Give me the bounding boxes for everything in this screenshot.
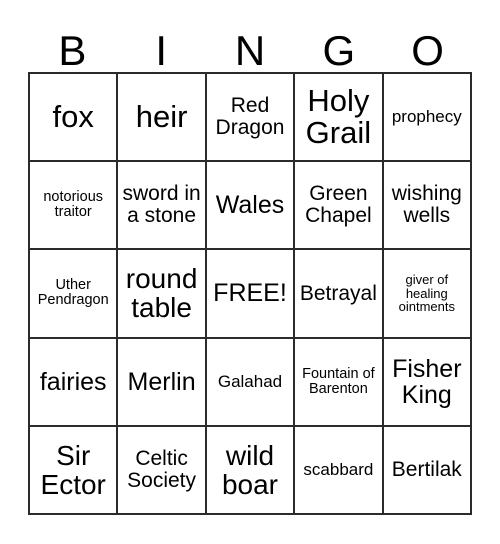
bingo-cell-label: Red Dragon xyxy=(215,94,285,140)
bingo-cell-label: FREE! xyxy=(213,279,287,308)
bingo-header-letter-i: I xyxy=(117,18,206,72)
bingo-cell[interactable]: Galahad xyxy=(206,338,296,427)
bingo-cell[interactable]: heir xyxy=(118,74,207,163)
header-letter: G xyxy=(322,27,356,74)
bingo-grid: fox heir Red Dragon Holy Grail prophecy … xyxy=(28,72,472,515)
bingo-cell-label: Wales xyxy=(215,191,285,220)
bingo-cell[interactable]: Bertilak xyxy=(383,426,472,515)
bingo-cell[interactable]: Fisher King xyxy=(383,338,472,427)
bingo-cell[interactable]: wild boar xyxy=(206,426,296,515)
header-letter: I xyxy=(155,27,168,74)
bingo-cell-label: wishing wells xyxy=(391,182,462,228)
bingo-cell-label: prophecy xyxy=(391,107,462,127)
header-letter: O xyxy=(411,27,444,74)
bingo-cell-label: Fountain of Barenton xyxy=(302,365,375,397)
bingo-cell-label: Sir Ector xyxy=(40,439,106,500)
bingo-cell[interactable]: sword in a stone xyxy=(118,162,207,251)
bingo-cell[interactable]: Uther Pendragon xyxy=(30,250,119,339)
bingo-cell-label: giver of healing ointments xyxy=(398,272,455,315)
bingo-cell[interactable]: Sir Ector xyxy=(30,426,119,515)
bingo-cell-label: scabbard xyxy=(303,460,374,480)
bingo-cell[interactable]: round table xyxy=(118,250,207,339)
bingo-cell-free-space[interactable]: FREE! xyxy=(206,250,296,339)
bingo-cell[interactable]: Green Chapel xyxy=(295,162,384,251)
bingo-cell[interactable]: prophecy xyxy=(383,74,472,163)
bingo-cell[interactable]: Fountain of Barenton xyxy=(295,338,384,427)
bingo-cell-label: Galahad xyxy=(217,371,283,391)
bingo-cell-label: round table xyxy=(125,263,198,324)
bingo-cell-label: heir xyxy=(135,98,188,134)
bingo-cell-label: notorious traitor xyxy=(43,189,104,221)
bingo-cell[interactable]: giver of healing ointments xyxy=(383,250,472,339)
bingo-cell-label: Celtic Society xyxy=(127,447,197,492)
header-letter: N xyxy=(234,27,266,74)
bingo-cell[interactable]: notorious traitor xyxy=(30,162,119,251)
bingo-cell[interactable]: wishing wells xyxy=(383,162,472,251)
bingo-cell[interactable]: fox xyxy=(30,74,119,163)
bingo-cell-label: Merlin xyxy=(127,367,196,396)
bingo-cell-label: fox xyxy=(52,98,94,134)
bingo-cell[interactable]: fairies xyxy=(30,338,119,427)
bingo-card: B I N G O fox heir Red Dragon Holy Grail… xyxy=(0,0,500,544)
bingo-cell[interactable]: Celtic Society xyxy=(118,426,207,515)
bingo-cell-label: Holy Grail xyxy=(305,82,372,151)
bingo-cell-label: Betrayal xyxy=(299,281,377,305)
bingo-cell-label: Bertilak xyxy=(391,457,462,481)
bingo-cell[interactable]: scabbard xyxy=(295,426,384,515)
bingo-header-letter-o: O xyxy=(383,18,472,72)
bingo-cell-label: sword in a stone xyxy=(122,182,201,228)
bingo-header-row: B I N G O xyxy=(28,18,472,72)
bingo-cell-label: Fisher King xyxy=(392,354,462,409)
bingo-header-letter-b: B xyxy=(28,18,117,72)
bingo-cell[interactable]: Wales xyxy=(206,162,296,251)
bingo-header-letter-g: G xyxy=(294,18,383,72)
bingo-cell[interactable]: Merlin xyxy=(118,338,207,427)
bingo-header-letter-n: N xyxy=(206,18,295,72)
bingo-cell[interactable]: Betrayal xyxy=(295,250,384,339)
bingo-cell[interactable]: Holy Grail xyxy=(295,74,384,163)
bingo-cell-label: Uther Pendragon xyxy=(37,277,109,309)
bingo-cell[interactable]: Red Dragon xyxy=(206,74,296,163)
bingo-cell-label: Green Chapel xyxy=(305,182,372,228)
bingo-cell-label: wild boar xyxy=(221,439,279,500)
header-letter: B xyxy=(58,27,87,74)
bingo-cell-label: fairies xyxy=(39,367,107,396)
